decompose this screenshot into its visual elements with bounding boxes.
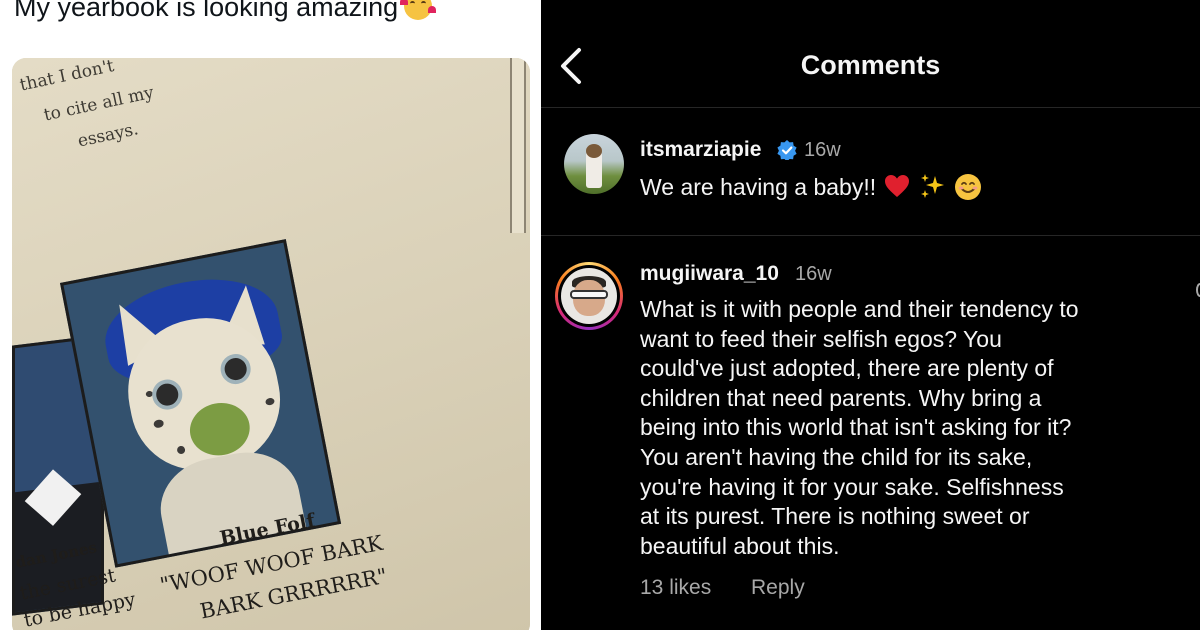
verified-badge-icon <box>777 140 797 160</box>
comment-time: 16w <box>795 263 832 285</box>
like-heart-icon[interactable] <box>1196 283 1200 297</box>
smiling-face-icon <box>954 173 982 201</box>
comment-username[interactable]: mugiiwara_10 <box>640 262 779 286</box>
avatar-sunglasses <box>570 290 608 299</box>
comment-line: You aren't having the child for its sake… <box>640 443 1033 470</box>
avatar <box>561 268 617 324</box>
comment-line: you're having it for your sake. Selfishn… <box>640 473 1064 500</box>
comment-line: being into this world that isn't asking … <box>640 414 1072 441</box>
comment-line: at its purest. There is nothing sweet or <box>640 503 1030 530</box>
story-ring[interactable] <box>555 262 623 330</box>
sparkles-icon <box>918 172 946 200</box>
comment-text: We are having a baby!! <box>640 172 982 203</box>
avatar[interactable] <box>564 134 624 194</box>
avatar-hair <box>586 144 602 158</box>
comment-line: What is it with people and their tendenc… <box>640 296 1079 322</box>
header-title: Comments <box>800 50 941 80</box>
red-heart-icon <box>884 174 910 198</box>
caption-comment: itsmarziapie 16w We are having a baby!! <box>541 108 1200 236</box>
comment-line: children that need parents. Why bring a <box>640 384 1042 411</box>
comment-line: want to feed their selfish egos? You <box>640 325 1002 352</box>
comment-body: What is it with people and their tendenc… <box>640 295 1079 561</box>
comment-text-content: We are having a baby!! <box>640 174 877 200</box>
comment-username[interactable]: itsmarziapie <box>640 138 761 162</box>
tweet-text: My yearbook is looking amazing <box>14 0 437 23</box>
comments-header: Comments <box>541 0 1200 108</box>
likes-count[interactable]: 13 likes <box>640 576 711 600</box>
comment-line: could've just adopted, there are plenty … <box>640 355 1054 382</box>
reply-button[interactable]: Reply <box>751 576 805 600</box>
tweet-panel: My yearbook is looking amazing that I do… <box>0 0 541 630</box>
smiling-face-with-hearts-icon <box>400 0 437 20</box>
page-edge <box>510 58 526 233</box>
tweet-text-content: My yearbook is looking amazing <box>14 0 399 22</box>
comment-line: beautiful about this. <box>640 532 840 559</box>
instagram-comments-screen: Comments itsmarziapie 16w We are having … <box>541 0 1200 630</box>
yearbook-photo: that I don't to cite all my essays. dan … <box>12 58 530 630</box>
avatar-ring-gap <box>558 265 620 327</box>
comment-time: 16w <box>804 139 841 161</box>
